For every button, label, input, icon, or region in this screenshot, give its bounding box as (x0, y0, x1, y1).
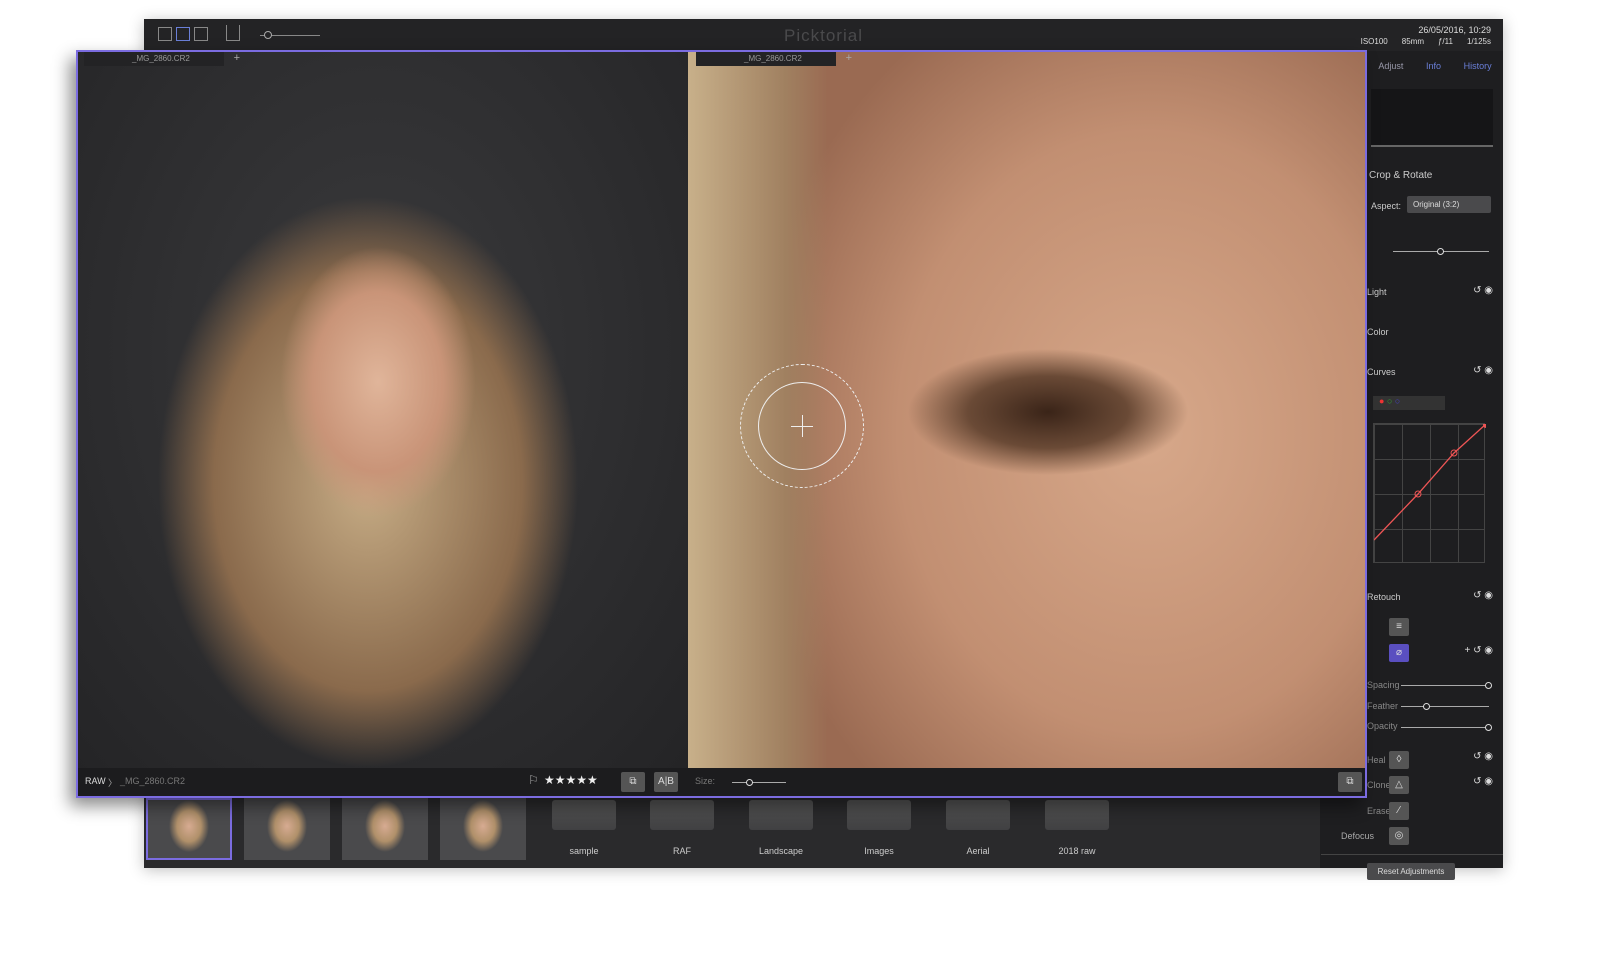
title-bar: Picktorial 26/05/2016, 10:29 ISO100 85mm ƒ… (144, 19, 1503, 51)
opacity-label: Opacity (1367, 721, 1398, 731)
reset-visibility-icon[interactable]: ↺ ◉ (1473, 751, 1493, 762)
folder-label[interactable]: Landscape (726, 846, 836, 856)
heal-label: Heal (1367, 755, 1386, 765)
left-image-tab[interactable]: _MG_2860.CR2 + (84, 52, 240, 66)
light-heading[interactable]: Light (1367, 287, 1387, 297)
folder-label[interactable]: Images (824, 846, 934, 856)
bandage-icon[interactable]: ⌀ (1389, 644, 1409, 662)
copy-icon[interactable]: ⧉ (1338, 772, 1362, 792)
settings-sliders-icon[interactable]: ≡ (1389, 618, 1409, 636)
aspect-select[interactable]: Original (3:2) (1407, 196, 1491, 213)
drop-icon[interactable]: ◊ (1389, 751, 1409, 769)
folder-icon[interactable] (650, 800, 714, 830)
folder-label[interactable]: Aerial (923, 846, 1033, 856)
reset-visibility-icon[interactable]: ↺ ◉ (1473, 365, 1493, 376)
folder-label[interactable]: RAF (627, 846, 737, 856)
crop-rotate-heading[interactable]: Crop & Rotate (1369, 170, 1432, 181)
reset-adjustments-button[interactable]: Reset Adjustments (1367, 863, 1455, 880)
photo-original[interactable] (78, 52, 688, 768)
tab-history[interactable]: History (1464, 61, 1492, 71)
feather-label: Feather (1367, 701, 1399, 711)
breadcrumb-file: _MG_2860.CR2 (120, 776, 186, 786)
capture-date: 26/05/2016, 10:29 (1418, 25, 1491, 35)
tab-info[interactable]: Info (1426, 61, 1441, 71)
folder-icon[interactable] (552, 800, 616, 830)
adjust-panel: Adjust Info History Crop & Rotate Aspect: … (1321, 51, 1503, 880)
retouch-heading[interactable]: Retouch (1367, 592, 1401, 602)
clone-label: Clone (1367, 780, 1391, 790)
curves-graph[interactable] (1373, 422, 1489, 563)
curve-channel-picker[interactable]: ● ○ ○ (1373, 396, 1445, 410)
reset-visibility-icon[interactable]: ↺ ◉ (1473, 776, 1493, 787)
spacing-label: Spacing (1367, 680, 1400, 690)
filmstrip-thumb[interactable] (146, 798, 232, 860)
aperture: ƒ/11 (1437, 37, 1453, 46)
add-tab-icon[interactable]: + (846, 52, 852, 64)
reset-visibility-icon[interactable]: ↺ ◉ (1473, 285, 1493, 296)
reset-visibility-icon[interactable]: ↺ ◉ (1473, 590, 1493, 601)
compare-view: _MG_2860.CR2 + _MG_2860.CR2 + RAW 〉 _MG_28… (76, 50, 1367, 798)
app-title: Picktorial (784, 26, 863, 45)
erase-label: Erase (1367, 806, 1391, 816)
folder-icon[interactable] (847, 800, 911, 830)
filmstrip: sample RAF Landscape Images Aerial 2018 … (144, 798, 1320, 868)
exif-info: 26/05/2016, 10:29 ISO100 85mm ƒ/11 1/125s (1361, 24, 1491, 48)
brush-size-slider[interactable] (732, 779, 786, 786)
focal-length: 85mm (1401, 37, 1424, 46)
right-image-tab[interactable]: _MG_2860.CR2 + (696, 52, 852, 66)
curves-heading[interactable]: Curves (1367, 367, 1396, 377)
brush-cursor (740, 364, 864, 488)
folder-label[interactable]: sample (529, 846, 639, 856)
size-label: Size: (695, 776, 716, 786)
filmstrip-thumb[interactable] (342, 798, 428, 860)
compare-bottom-bar: RAW 〉 _MG_2860.CR2 ⚐ ★★★★★ ⧉ A|B Size: ⧉ (78, 768, 1365, 796)
rotate-slider[interactable] (1393, 248, 1489, 255)
histogram (1371, 89, 1493, 147)
breadcrumb-root[interactable]: RAW (85, 776, 106, 786)
brush-icon[interactable]: ⁄ (1389, 802, 1409, 820)
chevron-right-icon: 〉 (108, 778, 118, 788)
ab-compare-button[interactable]: A|B (654, 772, 678, 792)
folder-icon[interactable] (946, 800, 1010, 830)
aspect-label: Aspect: (1371, 201, 1402, 211)
tab-adjust[interactable]: Adjust (1378, 61, 1403, 71)
star-rating[interactable]: ★★★★★ (544, 773, 598, 787)
flag-icon[interactable]: ⚐ (528, 773, 539, 787)
filmstrip-thumb[interactable] (440, 798, 526, 860)
defocus-label: Defocus (1341, 831, 1375, 841)
shutter-speed: 1/125s (1466, 37, 1491, 46)
opacity-slider[interactable] (1401, 724, 1492, 731)
aperture-icon[interactable]: ◎ (1389, 827, 1409, 845)
folder-icon[interactable] (749, 800, 813, 830)
copy-icon[interactable]: ⧉ (621, 772, 645, 792)
folder-label[interactable]: 2018 raw (1022, 846, 1132, 856)
folder-icon[interactable] (1045, 800, 1109, 830)
filmstrip-thumb[interactable] (244, 798, 330, 860)
add-reset-visibility-icon[interactable]: + ↺ ◉ (1464, 645, 1493, 656)
add-tab-icon[interactable]: + (234, 52, 240, 64)
color-heading[interactable]: Color (1367, 327, 1389, 337)
triangle-icon[interactable]: △ (1389, 776, 1409, 794)
feather-slider[interactable] (1401, 703, 1489, 710)
iso: ISO100 (1360, 37, 1388, 46)
spacing-slider[interactable] (1401, 682, 1492, 689)
